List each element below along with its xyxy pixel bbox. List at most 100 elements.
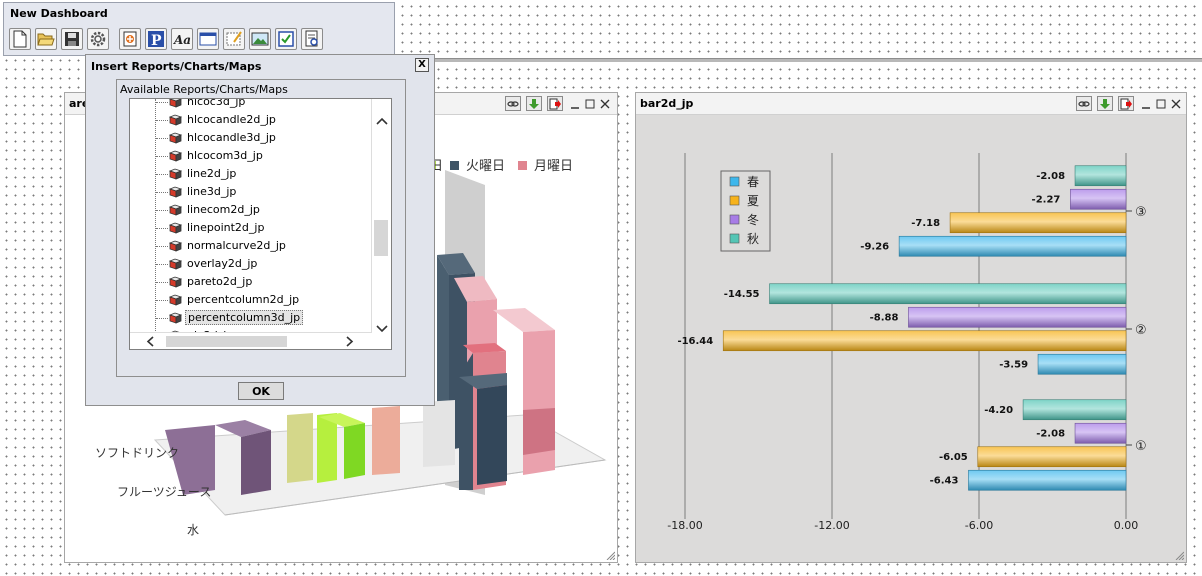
legend-label: 火曜日 bbox=[466, 159, 505, 174]
bar bbox=[968, 469, 1127, 491]
export-button[interactable] bbox=[301, 28, 323, 50]
list-item-label: hlcocandle2d_jp bbox=[187, 113, 276, 126]
list-item-label: hlcoc3d_jp bbox=[187, 98, 246, 108]
drill-down-button[interactable] bbox=[1097, 96, 1113, 111]
checkbox-button[interactable] bbox=[275, 28, 297, 50]
bar-value-label: -14.55 bbox=[724, 289, 760, 300]
column-face bbox=[423, 400, 455, 467]
tree-line bbox=[156, 102, 168, 103]
insert-report-button[interactable] bbox=[119, 28, 141, 50]
list-item[interactable]: linecom2d_jp bbox=[130, 201, 372, 219]
column-face bbox=[523, 408, 555, 455]
list-item[interactable]: normalcurve2d_jp bbox=[130, 237, 372, 255]
drill-down-button[interactable] bbox=[526, 96, 542, 111]
legend-swatch bbox=[450, 161, 459, 170]
list-item-label: percentcolumn3d_jp bbox=[185, 310, 304, 325]
parameter-icon: P bbox=[148, 31, 164, 48]
insert-report-icon bbox=[123, 31, 137, 47]
column-face bbox=[477, 385, 507, 485]
list-item[interactable]: percentcolumn2d_jp bbox=[130, 291, 372, 309]
legend-swatch bbox=[518, 161, 527, 170]
column-face bbox=[287, 413, 313, 483]
save-button[interactable] bbox=[61, 28, 83, 50]
bar2d-panel[interactable]: bar2d_jp -18.00 -12.00 -6.00 0.00 -2.08 -2.27… bbox=[635, 92, 1187, 563]
bar bbox=[898, 235, 1127, 257]
close-button[interactable] bbox=[598, 96, 611, 111]
panel-button[interactable] bbox=[197, 28, 219, 50]
tree-line bbox=[156, 300, 168, 301]
list-item[interactable]: line3d_jp bbox=[130, 183, 372, 201]
resize-grip-icon[interactable] bbox=[1174, 550, 1184, 560]
export-document-icon bbox=[305, 30, 318, 47]
list-item[interactable]: hlcocandle3d_jp bbox=[130, 129, 372, 147]
scroll-thumb[interactable] bbox=[374, 220, 388, 256]
svg-text:P: P bbox=[151, 33, 162, 48]
save-disk-icon bbox=[65, 32, 79, 46]
checkbox-icon bbox=[278, 31, 294, 47]
export-button[interactable] bbox=[1118, 96, 1134, 111]
link-icon bbox=[507, 100, 519, 107]
export-button[interactable] bbox=[547, 96, 563, 111]
list-item[interactable]: overlay2d_jp bbox=[130, 255, 372, 273]
vertical-scrollbar[interactable] bbox=[371, 99, 391, 334]
dialog-close-button[interactable]: X bbox=[415, 58, 429, 72]
list-item-label: hlcocom3d_jp bbox=[187, 149, 263, 162]
tree-line bbox=[156, 192, 168, 193]
scroll-down-icon[interactable] bbox=[376, 325, 388, 333]
scroll-thumb[interactable] bbox=[166, 336, 287, 347]
bar bbox=[908, 306, 1127, 328]
close-button[interactable] bbox=[1169, 96, 1182, 111]
bar-value-label: -16.44 bbox=[677, 336, 713, 347]
list-item[interactable]: hlcocom3d_jp bbox=[130, 147, 372, 165]
bar bbox=[1070, 188, 1127, 210]
minimize-button[interactable] bbox=[1139, 96, 1152, 111]
link-button[interactable] bbox=[505, 96, 521, 111]
note-button[interactable] bbox=[223, 28, 245, 50]
horizontal-scrollbar[interactable] bbox=[130, 332, 372, 349]
panel-titlebar[interactable]: bar2d_jp bbox=[636, 93, 1186, 115]
scroll-left-icon[interactable] bbox=[146, 336, 154, 347]
minimize-button[interactable] bbox=[568, 96, 581, 111]
group-label: Available Reports/Charts/Maps bbox=[120, 83, 288, 96]
maximize-button[interactable] bbox=[583, 96, 596, 111]
ok-button[interactable]: OK bbox=[238, 382, 284, 400]
legend-swatch bbox=[729, 214, 740, 225]
legend-label: 月曜日 bbox=[534, 159, 573, 174]
list-item[interactable]: line2d_jp bbox=[130, 165, 372, 183]
resize-grip-icon[interactable] bbox=[605, 550, 615, 560]
parameter-button[interactable]: P bbox=[145, 28, 167, 50]
report-cube-icon bbox=[169, 168, 182, 180]
list-item[interactable]: hlcocandle2d_jp bbox=[130, 111, 372, 129]
scroll-right-icon[interactable] bbox=[346, 336, 354, 347]
link-button[interactable] bbox=[1076, 96, 1092, 111]
list-item[interactable]: pareto2d_jp bbox=[130, 273, 372, 291]
bar-value-label: -4.20 bbox=[984, 405, 1013, 416]
arrow-down-icon bbox=[529, 98, 539, 109]
tree-line bbox=[156, 138, 168, 139]
report-cube-icon bbox=[169, 132, 182, 144]
tree-line bbox=[156, 318, 168, 319]
reports-list[interactable]: hlcoc3d_jp hlcocandle2d_jp hlcocandle3d_jp… bbox=[129, 98, 392, 350]
bar bbox=[722, 330, 1127, 352]
x-tick-label: -12.00 bbox=[814, 519, 849, 532]
category-label: ③ bbox=[1135, 205, 1147, 220]
bar bbox=[977, 446, 1127, 468]
image-icon bbox=[251, 32, 269, 46]
insert-reports-dialog: Insert Reports/Charts/Maps X Available R… bbox=[85, 54, 435, 406]
text-format-icon: Aa bbox=[173, 33, 191, 47]
legend-swatch bbox=[729, 233, 740, 244]
bar-value-label: -2.08 bbox=[1036, 428, 1065, 439]
list-item[interactable]: hlcoc3d_jp bbox=[130, 98, 372, 111]
list-item[interactable]: linepoint2d_jp bbox=[130, 219, 372, 237]
list-item[interactable]: percentcolumn3d_jp bbox=[130, 309, 372, 327]
bar-value-label: -3.59 bbox=[999, 359, 1028, 370]
maximize-icon bbox=[585, 99, 594, 108]
open-button[interactable] bbox=[35, 28, 57, 50]
text-button[interactable]: Aa bbox=[171, 28, 193, 50]
settings-button[interactable] bbox=[87, 28, 109, 50]
scroll-up-icon[interactable] bbox=[376, 117, 388, 125]
bar bbox=[1074, 165, 1127, 187]
new-button[interactable] bbox=[9, 28, 31, 50]
image-button[interactable] bbox=[249, 28, 271, 50]
maximize-button[interactable] bbox=[1154, 96, 1167, 111]
